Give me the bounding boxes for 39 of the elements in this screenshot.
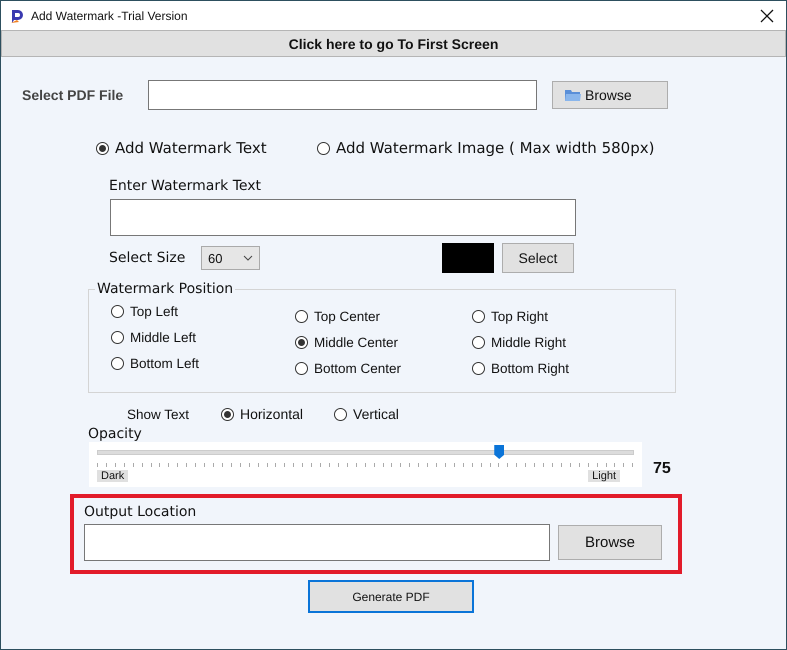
- position-radio[interactable]: Middle Center: [295, 332, 472, 352]
- position-radio[interactable]: Bottom Right: [472, 358, 652, 378]
- folder-icon: [565, 89, 581, 101]
- position-legend: Watermark Position: [95, 281, 236, 297]
- watermark-text-label: Enter Watermark Text: [109, 178, 262, 194]
- max-label: Light: [588, 470, 620, 482]
- generate-pdf-button[interactable]: Generate PDF: [308, 580, 474, 613]
- select-pdf-label: Select PDF File: [22, 87, 124, 103]
- browse-button[interactable]: Browse: [552, 81, 668, 109]
- position-radio[interactable]: Middle Right: [472, 332, 652, 352]
- caret-icon: [243, 255, 253, 261]
- position-radio[interactable]: Top Center: [295, 306, 472, 326]
- output-location-field[interactable]: [84, 524, 550, 561]
- window-title: Add Watermark -Trial Version: [31, 8, 188, 22]
- orientation-radio[interactable]: Vertical: [334, 406, 399, 422]
- opacity-label: Opacity: [88, 426, 143, 442]
- size-dropdown[interactable]: 60: [201, 246, 260, 270]
- position-radio[interactable]: Bottom Center: [295, 358, 472, 378]
- position-radio[interactable]: Top Left: [111, 301, 295, 321]
- size-label: Select Size: [109, 250, 186, 266]
- select-color-button[interactable]: Select: [502, 243, 574, 273]
- app-logo-icon: [9, 8, 25, 24]
- close-icon[interactable]: [760, 8, 774, 22]
- min-label: Dark: [97, 470, 128, 482]
- position-radio[interactable]: Middle Left: [111, 327, 295, 347]
- show-text-label: Show Text: [127, 406, 190, 422]
- mode-radio[interactable]: Add Watermark Text: [96, 139, 317, 157]
- position-radio[interactable]: Top Right: [472, 306, 652, 326]
- output-location-label: Output Location: [84, 504, 198, 520]
- opacity-value: 75: [653, 460, 671, 478]
- watermark-text-field[interactable]: [110, 199, 576, 236]
- mode-radio[interactable]: Add Watermark Image ( Max width 580px): [317, 139, 654, 157]
- position-radio[interactable]: Bottom Left: [111, 353, 295, 373]
- pdf-file-field[interactable]: [148, 80, 537, 110]
- opacity-slider[interactable]: Dark Light: [89, 442, 642, 487]
- browse-button[interactable]: Browse: [558, 525, 662, 560]
- slider-thumb[interactable]: [494, 445, 504, 459]
- orientation-radio[interactable]: Horizontal: [221, 406, 334, 422]
- first-screen-button[interactable]: Click here to go To First Screen: [1, 30, 786, 57]
